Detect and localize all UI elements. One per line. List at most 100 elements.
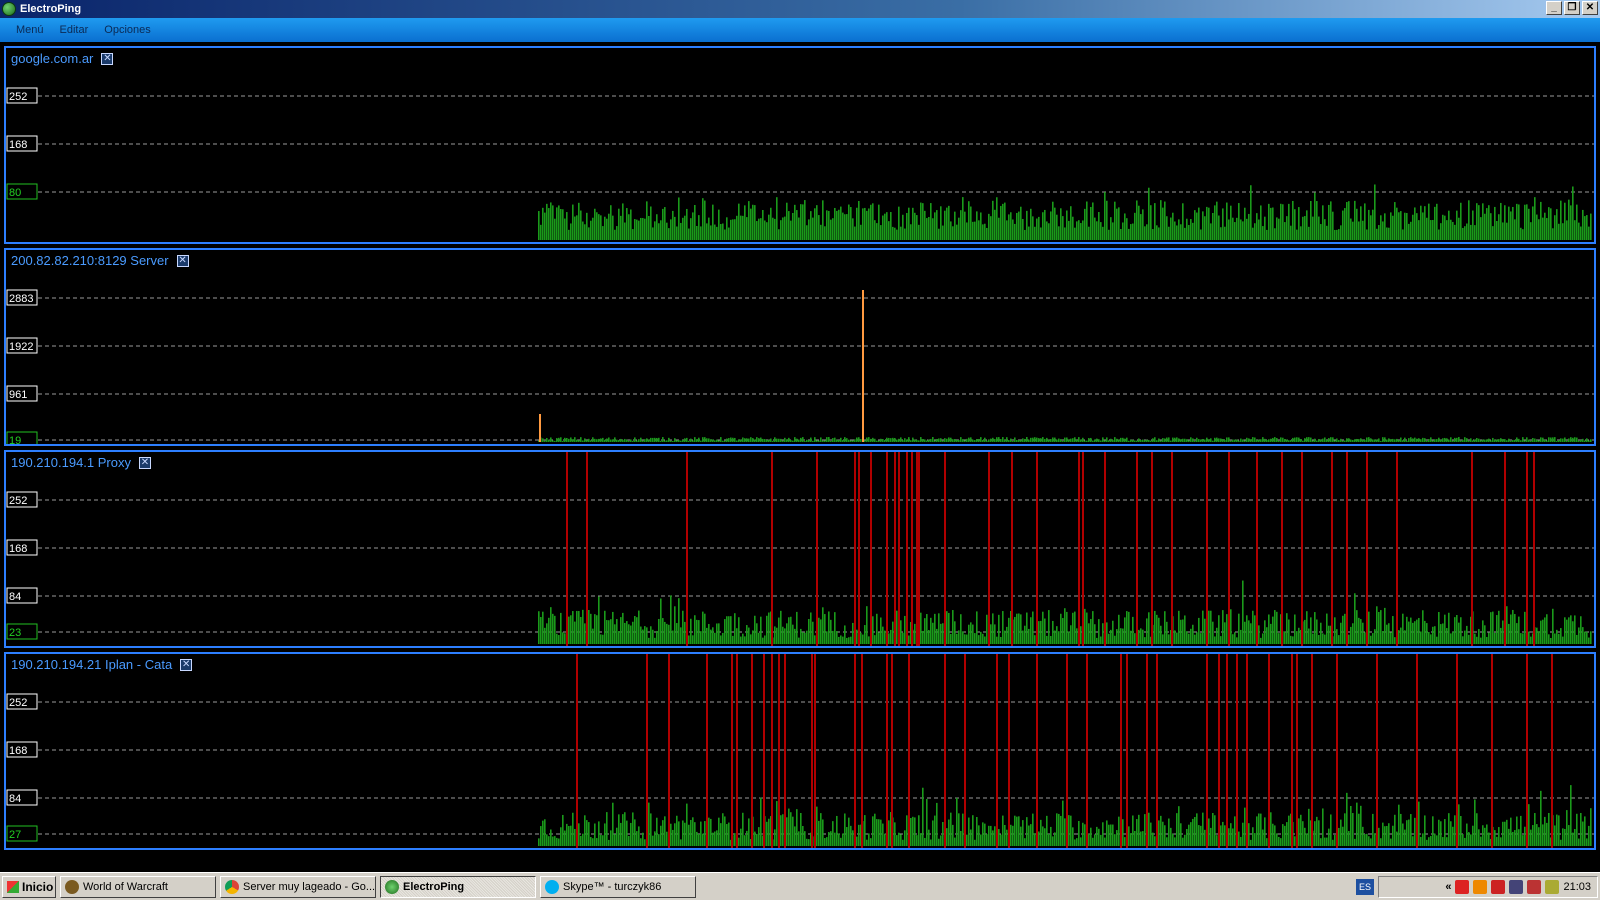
ping-bar bbox=[1530, 222, 1532, 240]
ping-bar bbox=[1432, 440, 1434, 442]
ping-bar bbox=[1302, 440, 1304, 442]
close-panel-button[interactable]: ✕ bbox=[180, 658, 193, 671]
ping-bar bbox=[1258, 625, 1260, 644]
ping-bar bbox=[766, 821, 768, 846]
ping-bar bbox=[1430, 220, 1432, 240]
ping-bar bbox=[564, 830, 566, 846]
ping-bar bbox=[780, 610, 782, 644]
ping-bar bbox=[1428, 203, 1430, 240]
task-electroping[interactable]: ElectroPing bbox=[380, 876, 536, 898]
ping-bar bbox=[1206, 437, 1208, 442]
ping-bar bbox=[692, 635, 694, 644]
ping-bar bbox=[1060, 815, 1062, 846]
ping-bar bbox=[716, 623, 718, 644]
restore-button[interactable]: ❐ bbox=[1564, 1, 1580, 15]
ping-bar bbox=[1536, 214, 1538, 240]
ping-bar bbox=[940, 206, 942, 240]
menu-menu[interactable]: Menú bbox=[8, 24, 52, 36]
tray-app-icon[interactable] bbox=[1491, 880, 1506, 894]
tray-app-icon[interactable] bbox=[1455, 880, 1470, 894]
ping-bar bbox=[1538, 440, 1540, 442]
ping-bar bbox=[1538, 219, 1540, 240]
close-button[interactable]: ✕ bbox=[1582, 1, 1598, 15]
ping-bar bbox=[1040, 438, 1042, 442]
ping-bar bbox=[1208, 207, 1210, 240]
ping-bar bbox=[1430, 634, 1432, 644]
ping-bar bbox=[1544, 212, 1546, 240]
ping-bar bbox=[912, 207, 914, 240]
title-bar: ElectroPing _ ❐ ✕ bbox=[0, 0, 1600, 18]
ping-bar bbox=[1286, 822, 1288, 846]
ping-bar bbox=[682, 820, 684, 846]
task-world-of-warcraft[interactable]: World of Warcraft bbox=[60, 876, 216, 898]
close-panel-button[interactable]: ✕ bbox=[176, 254, 189, 267]
ping-bar bbox=[992, 613, 994, 644]
ping-bar bbox=[1336, 629, 1338, 644]
ping-bar bbox=[1480, 637, 1482, 644]
ping-bar bbox=[542, 438, 544, 442]
ping-bar bbox=[990, 825, 992, 846]
ping-bar bbox=[938, 438, 940, 442]
ping-bar bbox=[572, 204, 574, 240]
ping-bar bbox=[1048, 610, 1050, 644]
ping-bar bbox=[572, 439, 574, 442]
ping-bar bbox=[922, 787, 924, 846]
ping-bar bbox=[928, 216, 930, 240]
ping-bar bbox=[1274, 610, 1276, 644]
ping-bar bbox=[676, 226, 678, 240]
ping-bar bbox=[756, 833, 758, 846]
ping-bar bbox=[850, 636, 852, 644]
tray-volume-icon[interactable] bbox=[1545, 880, 1560, 894]
ping-bar bbox=[726, 616, 728, 644]
tray-app-icon[interactable] bbox=[1473, 880, 1488, 894]
ping-bar bbox=[802, 437, 804, 442]
ping-bar bbox=[784, 628, 786, 644]
ping-bar bbox=[970, 829, 972, 846]
close-panel-button[interactable]: ✕ bbox=[138, 456, 151, 469]
ping-bar bbox=[842, 636, 844, 644]
start-button[interactable]: Inicio bbox=[2, 876, 56, 898]
menu-editar[interactable]: Editar bbox=[52, 24, 97, 36]
ping-bar bbox=[1132, 439, 1134, 442]
ping-bar bbox=[726, 824, 728, 846]
ping-bar bbox=[732, 437, 734, 442]
ping-bar bbox=[1574, 829, 1576, 846]
ping-bar bbox=[1392, 825, 1394, 846]
ping-bar bbox=[586, 820, 588, 846]
ping-bar bbox=[1556, 629, 1558, 644]
ping-bar bbox=[590, 837, 592, 846]
ping-bar bbox=[1568, 199, 1570, 240]
tray-shield-icon[interactable] bbox=[1527, 880, 1542, 894]
ping-bar bbox=[1250, 439, 1252, 442]
timeout-bar bbox=[784, 654, 786, 848]
ping-bar bbox=[998, 437, 1000, 442]
ping-bar bbox=[1118, 439, 1120, 442]
tray-expand-icon[interactable]: « bbox=[1445, 881, 1451, 893]
minimize-button[interactable]: _ bbox=[1546, 1, 1562, 15]
ping-bar bbox=[1436, 203, 1438, 240]
ping-bar bbox=[1148, 812, 1150, 846]
ping-bar bbox=[1114, 635, 1116, 644]
ping-bar bbox=[812, 217, 814, 240]
ping-bar bbox=[1580, 616, 1582, 644]
ping-bar bbox=[1156, 440, 1158, 442]
ping-bar bbox=[1166, 837, 1168, 846]
ping-bar bbox=[1174, 221, 1176, 240]
close-panel-button[interactable]: ✕ bbox=[101, 52, 114, 65]
ping-bar bbox=[1078, 220, 1080, 240]
ping-bar bbox=[578, 823, 580, 846]
ping-bar bbox=[824, 226, 826, 240]
ping-bar bbox=[808, 619, 810, 644]
language-indicator[interactable]: ES bbox=[1356, 879, 1374, 895]
task-chrome[interactable]: Server muy lageado - Go... bbox=[220, 876, 376, 898]
tray-network-icon[interactable] bbox=[1509, 880, 1524, 894]
ping-bar bbox=[794, 826, 796, 846]
timeout-bar bbox=[816, 452, 818, 646]
ping-bar bbox=[1228, 828, 1230, 846]
ping-bar bbox=[624, 222, 626, 240]
task-skype[interactable]: Skype™ - turczyk86 bbox=[540, 876, 696, 898]
ping-bar bbox=[1226, 614, 1228, 644]
ping-bar bbox=[786, 623, 788, 644]
menu-opciones[interactable]: Opciones bbox=[96, 24, 158, 36]
ping-bar bbox=[850, 207, 852, 240]
